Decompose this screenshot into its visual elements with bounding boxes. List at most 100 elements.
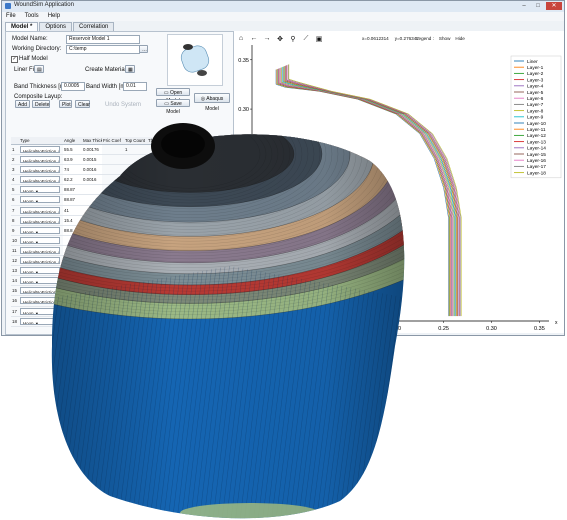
abaqus-model-button[interactable]: ◎ Abaqus Model	[194, 93, 230, 112]
x-axis-corner-label: x	[555, 320, 558, 326]
type-value: Hoop	[23, 280, 34, 285]
legend-entry: Layer-2	[527, 71, 544, 77]
legend-entry: Layer-7	[527, 102, 544, 108]
save-model-label: Save Model	[166, 101, 182, 115]
legend-entry: Liner	[527, 59, 538, 65]
chevron-down-icon: ▾	[34, 199, 38, 204]
working-directory-label: Working Directory:	[12, 46, 62, 52]
band-width-input[interactable]: 0.01	[123, 82, 147, 91]
type-value: Hoop	[23, 189, 34, 194]
legend-entry: Layer-3	[527, 77, 544, 83]
half-model-checkbox[interactable]: ✓	[11, 56, 18, 63]
create-materials-button[interactable]: ▦	[125, 65, 135, 73]
legend-entry: Layer-1	[527, 65, 544, 71]
band-thickness-input[interactable]: 0.0005	[61, 82, 85, 91]
row-index: 12	[12, 258, 17, 264]
row-index: 9	[12, 227, 15, 233]
open-model-button[interactable]: ▭ Open Model	[156, 88, 190, 104]
liner-file-button[interactable]: ▤	[34, 65, 44, 73]
type-value: Hoop	[23, 229, 34, 234]
row-index: 11	[12, 247, 17, 253]
folder-icon: ▤	[37, 67, 42, 73]
col-header-index	[11, 137, 19, 144]
row-index: 1	[12, 147, 15, 152]
legend-entry: Layer-18	[527, 170, 546, 176]
add-button[interactable]: Add	[15, 100, 30, 108]
vessel-shading	[51, 134, 405, 519]
row-index: 14	[12, 278, 17, 284]
row-index: 4	[12, 177, 15, 183]
chevron-down-icon: ▾	[34, 280, 38, 285]
model-name-input[interactable]: Reservoir Model 1	[66, 35, 140, 44]
open-icon: ▭	[163, 90, 169, 96]
type-value: Hoop	[23, 310, 34, 315]
clear-button[interactable]: Clear	[75, 100, 90, 108]
legend-entry: Layer-9	[527, 115, 544, 121]
chevron-down-icon: ▾	[34, 189, 38, 194]
close-button[interactable]: ✕	[546, 2, 562, 10]
legend-entry: Layer-11	[527, 127, 546, 133]
menu-file[interactable]: File	[6, 12, 16, 21]
save-model-button[interactable]: ▭ Save Model	[156, 99, 190, 115]
chevron-down-icon: ▾	[34, 239, 38, 244]
tab-correlation[interactable]: Correlation	[73, 22, 115, 31]
plot-button[interactable]: Plot	[59, 100, 72, 108]
legend-entry: Layer-16	[527, 158, 546, 164]
legend-entry: Layer-8	[527, 108, 544, 114]
type-value: Hoop	[23, 320, 34, 325]
type-value: Hoop	[23, 199, 34, 204]
chevron-down-icon: ▾	[34, 229, 38, 234]
legend-entry: Layer-6	[527, 96, 544, 102]
legend-entry: Layer-5	[527, 90, 544, 96]
menu-tools[interactable]: Tools	[25, 12, 39, 21]
row-index: 6	[12, 197, 15, 203]
vessel-boss-opening	[161, 130, 205, 158]
window-title: WoundSim Application	[14, 2, 74, 8]
type-value: Hoop	[23, 270, 34, 275]
tab-bar: Model * Options Correlation	[5, 22, 115, 31]
tab-options[interactable]: Options	[39, 22, 73, 31]
pressure-vessel-render[interactable]	[40, 116, 420, 520]
row-index: 3	[12, 167, 15, 173]
app-icon	[5, 3, 11, 9]
browse-button[interactable]: …	[139, 45, 148, 53]
row-index: 15	[12, 288, 17, 294]
menu-help[interactable]: Help	[48, 12, 60, 21]
undo-system-button[interactable]: Undo System	[105, 102, 141, 108]
abaqus-model-label: Abaqus Model	[205, 96, 224, 112]
row-index: 2	[12, 157, 15, 163]
legend-entry: Layer-15	[527, 152, 546, 158]
delete-button[interactable]: Delete	[32, 100, 50, 108]
vessel-thumbnail-image	[180, 44, 210, 76]
legend-entry: Layer-17	[527, 164, 546, 170]
model-name-label: Model Name:	[12, 36, 48, 42]
maximize-button[interactable]: □	[532, 2, 544, 10]
vessel-mesh-line	[51, 297, 55, 519]
legend-entry: Layer-4	[527, 84, 544, 90]
legend-entry: Layer-10	[527, 121, 546, 127]
create-materials-label: Create Materials:	[85, 67, 131, 73]
model-thumbnail	[167, 34, 223, 86]
chevron-down-icon: ▾	[34, 320, 38, 325]
x-tick-label: 0.35	[534, 326, 545, 332]
x-tick-label: 0.25	[438, 326, 449, 332]
row-index: 18	[12, 318, 17, 324]
legend-entry: Layer-13	[527, 139, 546, 145]
row-index: 7	[12, 207, 15, 213]
row-index: 13	[12, 268, 17, 274]
menu-bar: File Tools Help	[2, 12, 564, 21]
row-index: 5	[12, 187, 15, 193]
type-value: Hoop	[23, 239, 34, 244]
legend-entry: Layer-12	[527, 133, 546, 139]
tab-model[interactable]: Model *	[5, 22, 39, 31]
chevron-down-icon: ▾	[34, 310, 38, 315]
row-index: 17	[12, 308, 17, 314]
abaqus-icon: ◎	[200, 96, 206, 102]
minimize-button[interactable]: –	[518, 2, 530, 10]
y-tick-label: 0.30	[238, 107, 249, 113]
row-index: 16	[12, 298, 17, 304]
save-icon: ▭	[164, 101, 169, 107]
row-index: 10	[12, 237, 17, 243]
chevron-down-icon: ▾	[34, 270, 38, 275]
working-directory-input[interactable]: C:\temp	[66, 45, 140, 54]
